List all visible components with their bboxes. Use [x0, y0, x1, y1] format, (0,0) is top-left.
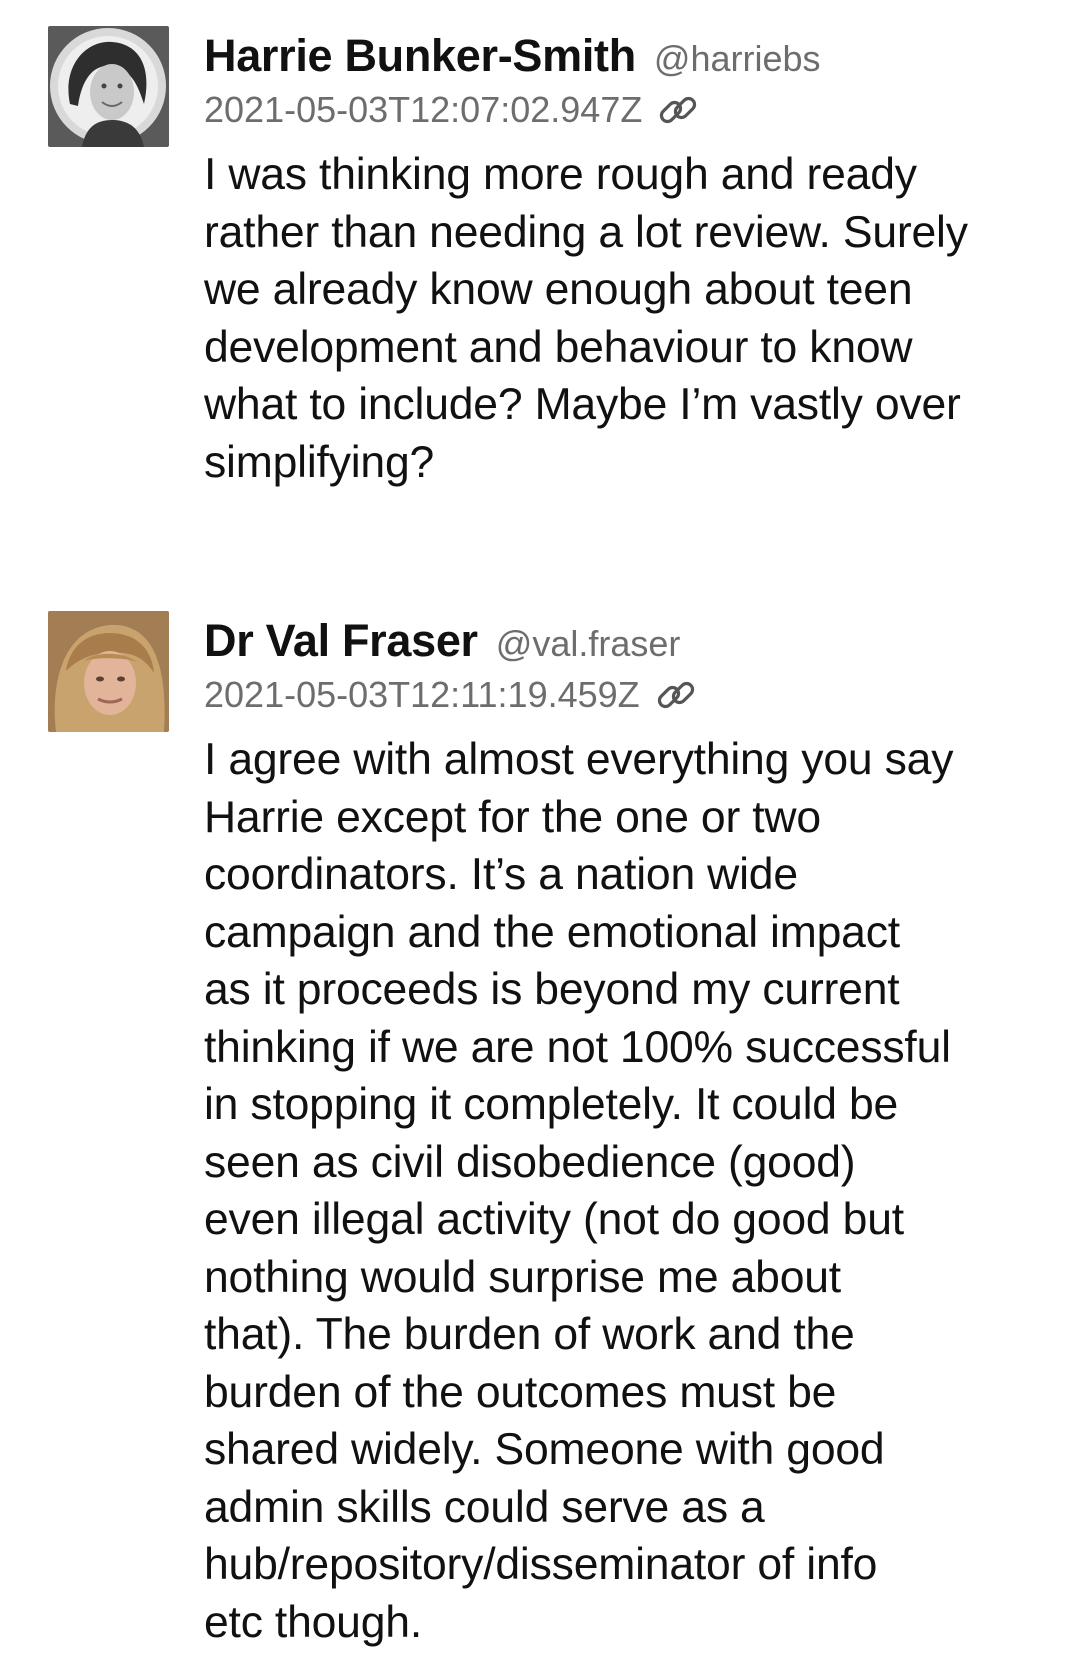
message-body-line: hub/repository/disseminator of info: [204, 1540, 878, 1589]
message-body-line: campaign and the emotional impact: [204, 907, 900, 957]
link-icon[interactable]: [656, 88, 700, 132]
timestamp: 2021-05-03T12:11:19.459Z: [204, 674, 640, 715]
message-body: I was thinking more rough and ready rath…: [204, 146, 1054, 491]
message-content: Harrie Bunker-Smith @harriebs 2021-05-03…: [204, 26, 1044, 491]
message-body-line: seen as civil disobedience (good): [204, 1137, 856, 1187]
message-content: Dr Val Fraser @val.fraser 2021-05-03T12:…: [204, 611, 1044, 1651]
message-body-line: we already know enough about teen: [204, 265, 913, 314]
author-handle[interactable]: @val.fraser: [496, 614, 681, 674]
message-header: Dr Val Fraser @val.fraser: [204, 611, 1044, 671]
message-body-line: I was thinking more rough and ready: [204, 150, 917, 199]
author-name[interactable]: Dr Val Fraser: [204, 611, 478, 671]
message-body-line: burden of the outcomes must be: [204, 1367, 837, 1417]
message-body-line: rather than needing a lot review. Surely: [204, 207, 968, 257]
message-header: Harrie Bunker-Smith @harriebs: [204, 26, 1044, 86]
message-body-line: shared widely. Someone with good: [204, 1425, 885, 1474]
message-body-line: Harrie except for the one or two: [204, 792, 821, 842]
message-body-line: that). The burden of work and the: [204, 1310, 855, 1359]
message-body-line: coordinators. It’s a nation wide: [204, 850, 798, 899]
avatar[interactable]: [48, 26, 169, 147]
message-body-line: development and behaviour to know: [204, 322, 913, 372]
message-meta: 2021-05-03T12:11:19.459Z: [204, 667, 1044, 723]
message-feed: Harrie Bunker-Smith @harriebs 2021-05-03…: [0, 0, 1077, 1677]
message-body-line: what to include? Maybe I’m vastly over: [204, 380, 961, 429]
message-meta: 2021-05-03T12:07:02.947Z: [204, 82, 1044, 138]
link-icon[interactable]: [654, 673, 698, 717]
message-body-line: I agree with almost everything you say: [204, 735, 954, 784]
message-body-line: in stopping it completely. It could be: [204, 1080, 899, 1129]
author-handle[interactable]: @harriebs: [654, 29, 821, 89]
avatar[interactable]: [48, 611, 169, 732]
message-body-line: as it proceeds is beyond my current: [204, 965, 900, 1014]
timestamp: 2021-05-03T12:07:02.947Z: [204, 89, 643, 130]
message-body-line: etc though.: [204, 1597, 422, 1647]
message-body: I agree with almost everything you say H…: [204, 731, 1054, 1651]
message-body-line: simplifying?: [204, 437, 435, 487]
message-body-line: thinking if we are not 100% successful: [204, 1022, 951, 1072]
avatar-woman-dark-hair-icon: [48, 26, 169, 147]
author-name[interactable]: Harrie Bunker-Smith: [204, 26, 636, 86]
message-body-line: admin skills could serve as a: [204, 1482, 765, 1532]
message-body-line: nothing would surprise me about: [204, 1252, 841, 1302]
avatar-woman-blonde-hair-icon: [48, 611, 169, 732]
message-body-line: even illegal activity (not do good but: [204, 1195, 904, 1244]
